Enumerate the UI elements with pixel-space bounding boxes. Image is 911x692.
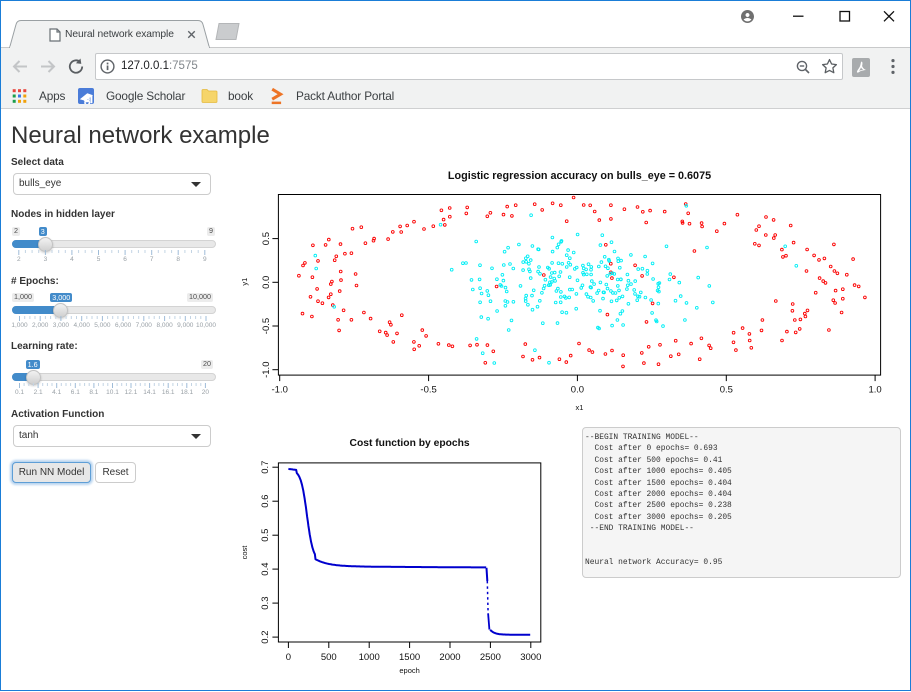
svg-text:Logistic regression accuracy o: Logistic regression accuracy on bulls_ey… <box>448 170 711 182</box>
svg-text:2000: 2000 <box>439 652 460 663</box>
svg-text:1.0: 1.0 <box>868 385 881 396</box>
svg-text:-0.5: -0.5 <box>261 318 272 334</box>
svg-text:0.5: 0.5 <box>261 232 272 245</box>
svg-text:0.7: 0.7 <box>260 461 271 474</box>
svg-text:x1: x1 <box>576 403 584 412</box>
svg-text:-1.0: -1.0 <box>261 362 272 378</box>
svg-text:0: 0 <box>286 652 291 663</box>
svg-text:0.4: 0.4 <box>260 562 271 575</box>
svg-text:y1: y1 <box>240 278 249 286</box>
svg-text:-1.0: -1.0 <box>272 385 288 396</box>
svg-text:1500: 1500 <box>399 652 420 663</box>
svg-text:0.5: 0.5 <box>720 385 733 396</box>
svg-text:3000: 3000 <box>520 652 541 663</box>
svg-text:0.6: 0.6 <box>260 495 271 508</box>
svg-text:Cost function by epochs: Cost function by epochs <box>350 438 470 449</box>
svg-text:cost: cost <box>240 545 249 560</box>
svg-text:0.5: 0.5 <box>260 529 271 542</box>
svg-text:0.0: 0.0 <box>261 276 272 289</box>
svg-text:-0.5: -0.5 <box>420 385 436 396</box>
svg-text:500: 500 <box>321 652 337 663</box>
svg-text:0.3: 0.3 <box>260 596 271 609</box>
svg-text:epoch: epoch <box>399 666 419 675</box>
svg-text:1000: 1000 <box>359 652 380 663</box>
svg-text:0.0: 0.0 <box>571 385 584 396</box>
svg-text:2500: 2500 <box>480 652 501 663</box>
svg-text:0.2: 0.2 <box>260 630 271 643</box>
